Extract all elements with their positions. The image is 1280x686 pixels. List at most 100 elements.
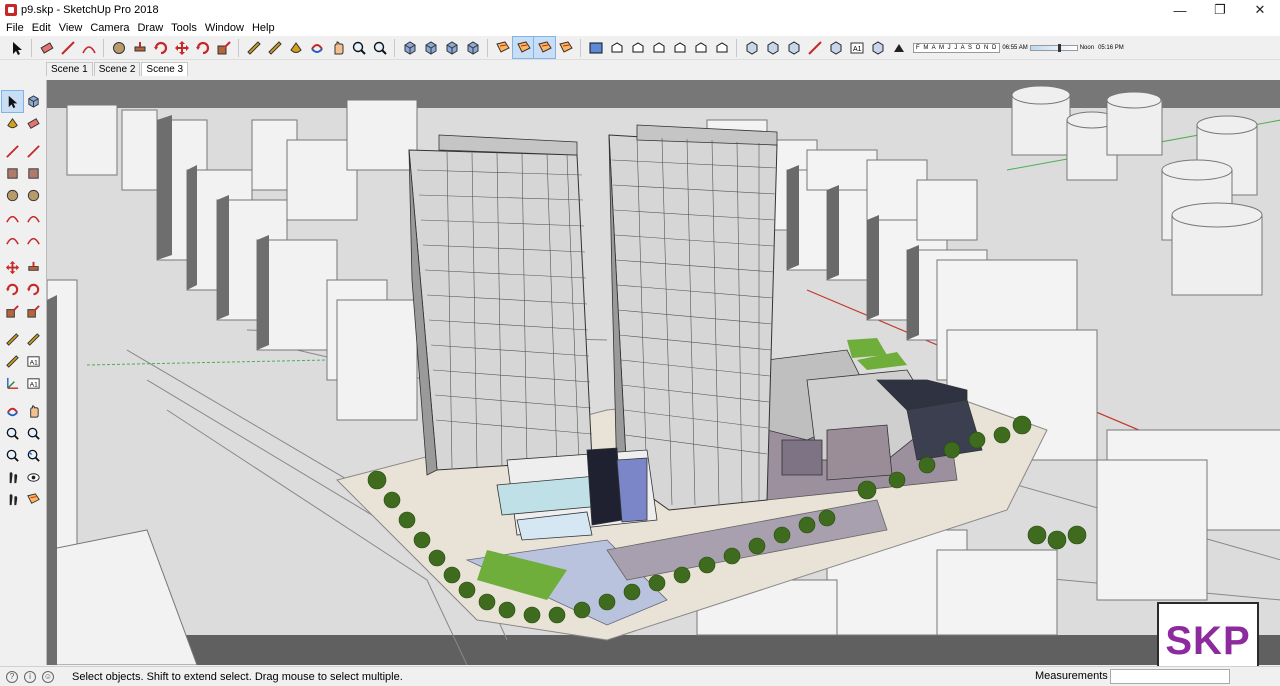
move-icon[interactable] — [171, 37, 192, 58]
menu-camera[interactable]: Camera — [86, 20, 133, 36]
section-cut-icon[interactable] — [533, 36, 556, 59]
shadows-toggle-icon[interactable] — [888, 37, 909, 58]
top-view-icon[interactable] — [627, 37, 648, 58]
select-icon[interactable] — [6, 37, 27, 58]
menu-window[interactable]: Window — [201, 20, 248, 36]
tape-icon[interactable] — [243, 37, 264, 58]
user-icon[interactable]: ☺ — [42, 670, 54, 683]
minimize-button[interactable]: — — [1160, 0, 1200, 20]
line-icon[interactable] — [57, 37, 78, 58]
3dtext-icon[interactable]: A1 — [23, 373, 44, 394]
circle-icon[interactable] — [2, 185, 23, 206]
freehand-icon[interactable] — [23, 141, 44, 162]
section-fill-icon[interactable] — [555, 37, 576, 58]
rectangle-icon[interactable] — [2, 163, 23, 184]
previous-view-icon[interactable] — [23, 445, 44, 466]
right-view-icon[interactable] — [669, 37, 690, 58]
shadow-month-slider[interactable]: F M A M J J A S O N D — [913, 42, 1001, 53]
move-icon[interactable] — [2, 257, 23, 278]
followme-icon[interactable] — [150, 37, 171, 58]
line-icon[interactable] — [2, 141, 23, 162]
menu-file[interactable]: File — [2, 20, 28, 36]
text-icon[interactable]: A1 — [23, 351, 44, 372]
model-viewport[interactable] — [46, 80, 1280, 665]
zoom-window-icon[interactable] — [23, 423, 44, 444]
walk-icon[interactable] — [2, 489, 23, 510]
polygon-icon[interactable] — [23, 185, 44, 206]
orbit-icon[interactable] — [2, 401, 23, 422]
menu-view[interactable]: View — [55, 20, 87, 36]
lookaround-icon[interactable] — [23, 467, 44, 488]
zoom-icon[interactable] — [2, 423, 23, 444]
left-view-icon[interactable] — [711, 37, 732, 58]
extension-icon[interactable] — [420, 37, 441, 58]
section-plane-icon[interactable] — [23, 489, 44, 510]
pushpull-icon[interactable] — [129, 37, 150, 58]
scene-tab-2[interactable]: Scene 2 — [93, 62, 141, 76]
hiddenline-icon[interactable] — [804, 37, 825, 58]
orbit-icon[interactable] — [306, 37, 327, 58]
protractor-icon[interactable] — [2, 351, 23, 372]
scene-tab-3[interactable]: Scene 3 — [141, 62, 189, 76]
credits-icon[interactable]: i — [24, 670, 36, 683]
paint-icon[interactable] — [2, 113, 23, 134]
maximize-button[interactable]: ❐ — [1200, 0, 1240, 20]
measurements-input[interactable] — [1110, 669, 1230, 684]
menu-tools[interactable]: Tools — [167, 20, 201, 36]
rotate-icon[interactable] — [2, 279, 23, 300]
dimension-icon[interactable] — [264, 37, 285, 58]
wireframe-icon[interactable] — [783, 37, 804, 58]
zoom-extents-icon[interactable] — [2, 445, 23, 466]
position-camera-icon[interactable] — [2, 467, 23, 488]
zoom-icon[interactable] — [348, 37, 369, 58]
arc-3pt-icon[interactable] — [2, 229, 23, 250]
arc-2pt-icon[interactable] — [23, 207, 44, 228]
offset-icon[interactable] — [23, 301, 44, 322]
eraser-icon[interactable] — [23, 113, 44, 134]
textured-icon[interactable]: A1 — [846, 37, 867, 58]
scale-icon[interactable] — [2, 301, 23, 322]
scene-tab-1[interactable]: Scene 1 — [46, 62, 93, 76]
component-icon[interactable] — [441, 37, 462, 58]
shadow-time-knob[interactable] — [1057, 43, 1061, 52]
menu-help[interactable]: Help — [248, 20, 279, 36]
close-button[interactable]: ✕ — [1240, 0, 1280, 20]
pan-icon[interactable] — [23, 401, 44, 422]
section-plane-icon[interactable] — [492, 37, 513, 58]
pie-icon[interactable] — [23, 229, 44, 250]
solid-icon[interactable] — [462, 37, 483, 58]
select-icon[interactable] — [1, 89, 24, 113]
model-info-icon[interactable] — [585, 37, 606, 58]
scale-icon[interactable] — [213, 37, 234, 58]
shadow-settings-panel[interactable]: F M A M J J A S O N D 06:55 AM Noon 05:16 P… — [913, 42, 1126, 53]
rotated-rect-icon[interactable] — [23, 163, 44, 184]
menu-draw[interactable]: Draw — [133, 20, 167, 36]
circle-icon[interactable] — [108, 37, 129, 58]
tool-row — [0, 89, 46, 113]
menu-edit[interactable]: Edit — [28, 20, 55, 36]
section-display-icon[interactable] — [512, 36, 535, 59]
rotate-icon[interactable] — [192, 37, 213, 58]
pushpull-icon[interactable] — [23, 257, 44, 278]
warehouse-icon[interactable] — [399, 37, 420, 58]
shadow-time-slider[interactable] — [1029, 43, 1078, 52]
front-view-icon[interactable] — [648, 37, 669, 58]
eraser-icon[interactable] — [36, 37, 57, 58]
axes-icon[interactable] — [2, 373, 23, 394]
geolocation-icon[interactable]: ? — [6, 670, 18, 683]
zoom-extents-icon[interactable] — [369, 37, 390, 58]
arc-icon[interactable] — [78, 37, 99, 58]
followme-icon[interactable] — [23, 279, 44, 300]
monochrome-icon[interactable] — [867, 37, 888, 58]
xray-icon[interactable] — [741, 37, 762, 58]
component-icon[interactable] — [23, 91, 44, 112]
iso-view-icon[interactable] — [606, 37, 627, 58]
tape-icon[interactable] — [2, 329, 23, 350]
dimension-icon[interactable] — [23, 329, 44, 350]
back-view-icon[interactable] — [690, 37, 711, 58]
pan-icon[interactable] — [327, 37, 348, 58]
shaded-icon[interactable] — [825, 37, 846, 58]
paint-icon[interactable] — [285, 37, 306, 58]
backedges-icon[interactable] — [762, 37, 783, 58]
arc-icon[interactable] — [2, 207, 23, 228]
